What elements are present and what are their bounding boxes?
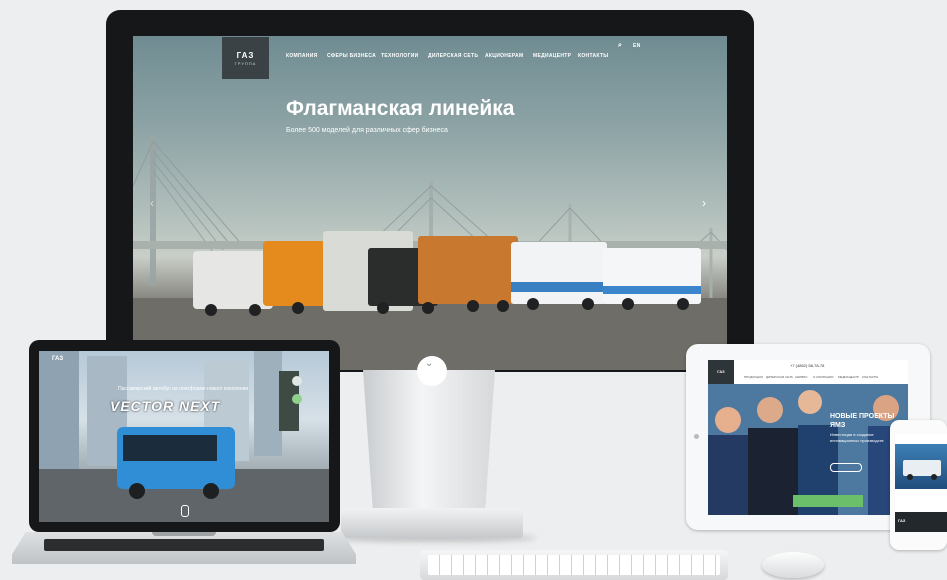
site-logo-sub: ГРУППА (234, 61, 257, 66)
tablet-camera (694, 434, 699, 439)
nav-item-technology[interactable]: ТЕХНОЛОГИИ (381, 53, 419, 59)
lang-switch[interactable]: EN (633, 43, 641, 49)
nav-item-company[interactable]: КОМПАНИЯ (286, 53, 318, 59)
tablet-nav-products[interactable]: ПРОДУКЦИЯ (744, 375, 763, 379)
laptop-notch (152, 532, 216, 536)
phone-logo[interactable]: ГАЗ (898, 518, 905, 523)
nav-item-business[interactable]: СФЕРЫ БИЗНЕСА (327, 53, 376, 59)
nav-item-contacts[interactable]: КОНТАКТЫ (578, 53, 608, 59)
nav-item-shareholders[interactable]: АКЦИОНЕРАМ (485, 53, 523, 59)
tablet-logo[interactable]: ГАЗ (708, 369, 734, 374)
tablet-nav-contacts[interactable]: КОНТАКТЫ (862, 375, 878, 379)
scroll-mouse-icon[interactable] (181, 505, 189, 517)
laptop-hero-subtitle: Пассажирский автобус на платформе нового… (118, 386, 249, 392)
hero-title: Флагманская линейка (286, 97, 515, 120)
laptop-hero-title: VECTOR NEXT (110, 398, 221, 414)
laptop-site-logo[interactable]: ГАЗ (52, 356, 63, 362)
mouse (762, 552, 824, 578)
nav-item-media[interactable]: МЕДИАЦЕНТР (533, 53, 571, 59)
tablet-nav-media[interactable]: МЕДИАЦЕНТР (838, 375, 859, 379)
monitor-stand-base (341, 508, 523, 538)
slider-next-icon[interactable]: › (702, 196, 706, 210)
laptop-screen (39, 351, 329, 522)
tablet-nav-dealers[interactable]: ДИЛЕРСКАЯ СЕТЬ (766, 375, 793, 379)
monitor-stand (363, 370, 495, 520)
tablet-news-subtitle: Инвестиции в создание инновационных прои… (830, 432, 884, 443)
phone-bus-image (903, 460, 941, 480)
tablet-nav-service[interactable]: СЕРВИС (795, 375, 808, 379)
tablet-phone-number[interactable]: +7 (4852) 58-78-78 (790, 363, 824, 368)
slider-prev-icon[interactable]: ‹ (150, 196, 154, 210)
nav-item-dealers[interactable]: ДИЛЕРСКАЯ СЕТЬ (428, 53, 478, 59)
tablet-nav-about[interactable]: О КОМПАНИИ (813, 375, 833, 379)
site-logo[interactable]: ГАЗ (222, 51, 269, 60)
hero-subtitle: Более 500 моделей для различных сфер биз… (286, 127, 448, 134)
tablet-news-button[interactable] (830, 463, 862, 472)
laptop-keyboard (44, 539, 324, 551)
monitor-screen (133, 36, 727, 370)
keyboard-keys (428, 555, 720, 575)
hero-scene (133, 136, 727, 370)
phone-hero-image (895, 444, 947, 489)
laptop-hero-scene (39, 351, 329, 522)
chevron-down-icon: ⌄ (425, 358, 434, 369)
search-icon[interactable]: ⌕ (618, 42, 622, 50)
